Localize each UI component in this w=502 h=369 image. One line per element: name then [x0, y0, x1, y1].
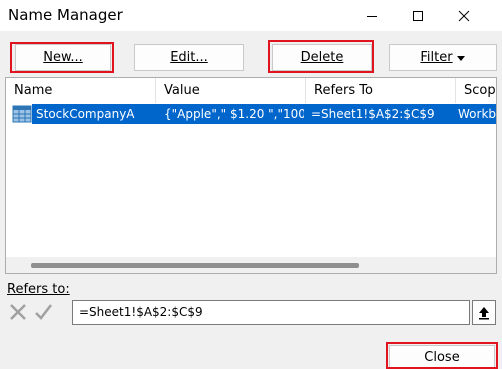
- column-header-scope[interactable]: Scope: [456, 78, 496, 103]
- column-header-name[interactable]: Name: [6, 78, 156, 103]
- minimize-icon: [367, 15, 377, 17]
- filter-button-label: Filter: [420, 50, 453, 65]
- highlight-box: [268, 40, 374, 73]
- confirm-edit-button[interactable]: [32, 301, 54, 323]
- row-value: {"Apple"," $1.20 ","100...: [164, 107, 304, 121]
- list-header: Name Value Refers To Scope: [6, 78, 496, 103]
- checkmark-icon: [35, 304, 52, 320]
- window-title: Name Manager: [8, 6, 123, 24]
- names-list[interactable]: Name Value Refers To Scope StockCompanyA…: [5, 77, 497, 274]
- refers-to-label: Refers to:: [7, 282, 70, 297]
- cancel-edit-button[interactable]: [7, 301, 29, 323]
- row-scope: Workbook: [458, 107, 497, 121]
- title-bar: Name Manager: [0, 0, 502, 31]
- maximize-icon: [413, 10, 423, 21]
- close-icon: [458, 10, 470, 21]
- highlight-box: [10, 42, 114, 73]
- close-window-button[interactable]: [441, 0, 487, 31]
- minimize-button[interactable]: [349, 0, 395, 31]
- maximize-button[interactable]: [395, 0, 441, 31]
- x-icon: [10, 304, 26, 320]
- upload-arrow-icon: [479, 306, 489, 319]
- table-icon: [12, 105, 32, 123]
- column-header-value[interactable]: Value: [156, 78, 306, 103]
- scrollbar-thumb[interactable]: [31, 263, 359, 268]
- table-row[interactable]: StockCompanyA {"Apple"," $1.20 ","100...…: [6, 104, 497, 124]
- column-header-refers-to[interactable]: Refers To: [306, 78, 456, 103]
- horizontal-scrollbar[interactable]: [6, 257, 496, 273]
- dropdown-arrow-icon: [456, 55, 465, 61]
- highlight-box: [386, 342, 498, 369]
- row-name: StockCompanyA: [36, 107, 135, 121]
- collapse-dialog-button[interactable]: [472, 300, 496, 325]
- row-refers-to: =Sheet1!$A$2:$C$9: [311, 107, 435, 121]
- edit-button[interactable]: Edit...: [134, 44, 244, 71]
- filter-button[interactable]: Filter: [389, 44, 497, 71]
- refers-to-input[interactable]: =Sheet1!$A$2:$C$9: [72, 300, 470, 325]
- edit-button-label: Edit...: [170, 50, 208, 65]
